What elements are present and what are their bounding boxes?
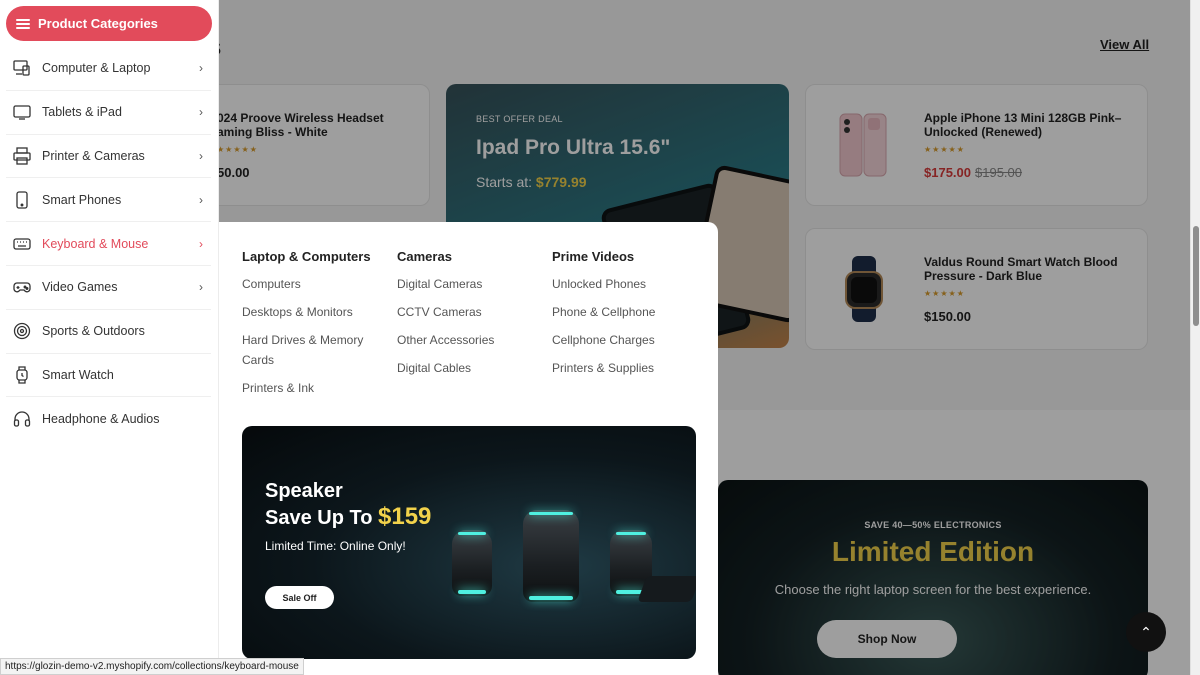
sidebar-item-video-games[interactable]: Video Games › xyxy=(6,266,211,310)
keyboard-icon xyxy=(12,234,32,254)
promo-price: $779.99 xyxy=(535,174,587,190)
menu-column-prime-videos: Prime Videos Unlocked Phones Phone & Cel… xyxy=(552,249,697,386)
chevron-right-icon: › xyxy=(199,105,203,120)
menu-link[interactable]: Desktops & Monitors xyxy=(242,302,387,322)
watch-icon xyxy=(12,365,32,385)
old-price: $195.00 xyxy=(975,165,1022,180)
speaker-banner-title: Speaker Save Up To $159 xyxy=(265,478,431,531)
banner-price: $159 xyxy=(378,503,432,530)
banner-subtitle: Choose the right laptop screen for the b… xyxy=(774,582,1092,597)
chevron-up-icon: ⌃ xyxy=(1140,623,1152,640)
sidebar-item-label: Video Games xyxy=(42,280,118,295)
speaker-banner[interactable]: Speaker Save Up To $159 Limited Time: On… xyxy=(242,426,696,659)
chevron-right-icon: › xyxy=(199,61,203,76)
sidebar-item-tablets-ipad[interactable]: Tablets & iPad › xyxy=(6,91,211,135)
promo-starts: Starts at: $779.99 xyxy=(476,174,587,190)
shop-now-button[interactable]: Shop Now xyxy=(817,620,957,658)
back-to-top-button[interactable]: ⌃ xyxy=(1126,612,1166,652)
sidebar-item-label: Smart Watch xyxy=(42,367,114,382)
rating-stars: ★★★★★ xyxy=(217,145,258,154)
product-categories-label: Product Categories xyxy=(38,16,158,31)
headphone-icon xyxy=(12,409,32,429)
sidebar-item-computer-laptop[interactable]: Computer & Laptop › xyxy=(6,47,211,91)
sidebar-item-keyboard-mouse[interactable]: Keyboard & Mouse › xyxy=(6,222,211,266)
sidebar-item-smart-watch[interactable]: Smart Watch xyxy=(6,354,211,398)
menu-link[interactable]: Unlocked Phones xyxy=(552,274,697,294)
printer-icon xyxy=(12,146,32,166)
scrollbar-thumb[interactable] xyxy=(1193,226,1199,326)
promo-starts-label: Starts at: xyxy=(476,174,533,190)
iphone-image xyxy=(839,113,887,177)
chevron-right-icon: › xyxy=(199,236,203,251)
promo-title: Ipad Pro Ultra 15.6" xyxy=(476,136,671,159)
menu-column-cameras: Cameras Digital Cameras CCTV Cameras Oth… xyxy=(397,249,542,386)
banner-eyebrow: SAVE 40—50% ELECTRONICS xyxy=(864,520,1002,530)
sidebar-item-label: Tablets & iPad xyxy=(42,105,122,120)
promo-eyebrow: BEST OFFER DEAL xyxy=(476,114,563,124)
sidebar-item-label: Headphone & Audios xyxy=(42,412,160,427)
watch-image xyxy=(845,256,883,322)
column-heading[interactable]: Cameras xyxy=(397,249,542,264)
scrollbar[interactable] xyxy=(1190,0,1200,675)
menu-link[interactable]: CCTV Cameras xyxy=(397,302,542,322)
menu-link[interactable]: Digital Cables xyxy=(397,358,542,378)
sidebar-item-headphone-audios[interactable]: Headphone & Audios xyxy=(6,397,211,441)
sale-price: $175.00 xyxy=(924,165,971,180)
tablet-icon xyxy=(12,102,32,122)
column-heading[interactable]: Laptop & Computers xyxy=(242,249,387,264)
menu-link[interactable]: Hard Drives & Memory Cards xyxy=(242,330,372,370)
menu-link[interactable]: Digital Cameras xyxy=(397,274,542,294)
menu-link[interactable]: Cellphone Charges xyxy=(552,330,697,350)
sidebar-item-label: Computer & Laptop xyxy=(42,61,151,76)
banner-title: Limited Edition xyxy=(831,536,1035,567)
view-all-link[interactable]: View All xyxy=(1100,37,1149,52)
menu-icon xyxy=(16,18,30,29)
sports-icon xyxy=(12,321,32,341)
rating-stars: ★★★★★ xyxy=(924,145,965,154)
computer-icon xyxy=(12,58,32,78)
product-price: $150.00 xyxy=(924,309,971,324)
sidebar-item-label: Keyboard & Mouse xyxy=(42,236,149,251)
banner-title-line: Speaker xyxy=(265,480,343,502)
limited-edition-banner[interactable]: SAVE 40—50% ELECTRONICS Limited Edition … xyxy=(718,480,1148,675)
category-list: Computer & Laptop › Tablets & iPad › Pri… xyxy=(6,47,211,441)
product-price: 50.00 xyxy=(217,165,250,180)
menu-link[interactable]: Other Accessories xyxy=(397,330,542,350)
product-title[interactable]: Valdus Round Smart Watch Blood Pressure … xyxy=(924,255,1118,283)
menu-link[interactable]: Phone & Cellphone xyxy=(552,302,697,322)
category-sidebar: Product Categories Computer & Laptop › T… xyxy=(0,0,219,675)
menu-link[interactable]: Printers & Ink xyxy=(242,378,387,398)
chevron-right-icon: › xyxy=(199,192,203,207)
sale-off-button[interactable]: Sale Off xyxy=(265,586,334,609)
speaker-banner-subtitle: Limited Time: Online Only! xyxy=(265,539,406,553)
product-price: $175.00 $195.00 xyxy=(924,165,1022,180)
menu-column-laptop-computers: Laptop & Computers Computers Desktops & … xyxy=(242,249,387,406)
status-bar-url: https://glozin-demo-v2.myshopify.com/col… xyxy=(0,658,304,675)
banner-title-line: Save Up To xyxy=(265,507,373,529)
sidebar-item-label: Smart Phones xyxy=(42,192,122,207)
sidebar-item-smart-phones[interactable]: Smart Phones › xyxy=(6,178,211,223)
gamepad-icon xyxy=(12,277,32,297)
menu-link[interactable]: Computers xyxy=(242,274,387,294)
phone-icon xyxy=(12,190,32,210)
menu-link[interactable]: Printers & Supplies xyxy=(552,358,697,378)
product-title[interactable]: Apple iPhone 13 Mini 128GB Pink– Unlocke… xyxy=(924,111,1121,139)
rating-stars: ★★★★★ xyxy=(924,289,965,298)
sidebar-item-label: Sports & Outdoors xyxy=(42,324,145,339)
product-categories-button[interactable]: Product Categories xyxy=(6,6,212,41)
column-heading[interactable]: Prime Videos xyxy=(552,249,697,264)
keyboard-mouse-mega-menu: Laptop & Computers Computers Desktops & … xyxy=(219,222,718,675)
sidebar-item-sports-outdoors[interactable]: Sports & Outdoors xyxy=(6,310,211,354)
chevron-right-icon: › xyxy=(199,148,203,163)
sidebar-item-label: Printer & Cameras xyxy=(42,148,145,163)
sidebar-item-printer-cameras[interactable]: Printer & Cameras › xyxy=(6,135,211,179)
product-title[interactable]: 024 Proove Wireless Headset aming Bliss … xyxy=(217,111,384,139)
chevron-right-icon: › xyxy=(199,280,203,295)
